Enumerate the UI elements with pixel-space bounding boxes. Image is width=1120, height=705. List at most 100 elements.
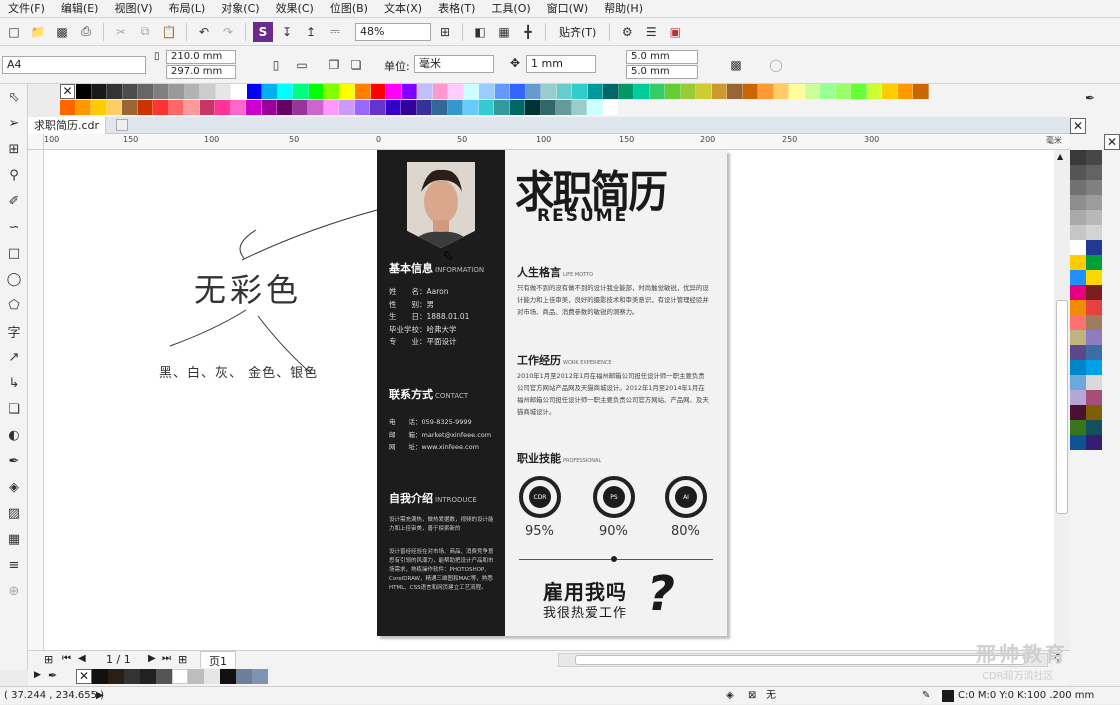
color-swatch[interactable] (1086, 210, 1102, 225)
color-swatch[interactable] (1086, 330, 1102, 345)
menu-bitmap[interactable]: 位图(B) (322, 0, 376, 18)
color-swatch[interactable] (1070, 375, 1086, 390)
color-swatch[interactable] (308, 84, 324, 99)
color-swatch[interactable] (432, 84, 448, 99)
open-icon[interactable]: 📁 (28, 22, 48, 42)
doc-swatch[interactable] (204, 669, 220, 684)
zoom-full-icon[interactable]: ⊞ (435, 22, 455, 42)
add-page-icon[interactable]: ⊞ (44, 653, 53, 666)
save-icon[interactable]: ▩ (52, 22, 72, 42)
color-swatch[interactable] (463, 84, 479, 99)
duplicate-y-field[interactable]: 5.0 mm (626, 65, 698, 79)
color-swatch[interactable] (711, 84, 727, 99)
color-swatch[interactable] (1086, 195, 1102, 210)
color-swatch[interactable] (1070, 315, 1086, 330)
color-swatch[interactable] (432, 100, 448, 115)
color-swatch[interactable] (246, 84, 262, 99)
color-swatch[interactable] (200, 84, 216, 99)
page-width-field[interactable]: 210.0 mm (166, 50, 236, 64)
color-swatch[interactable] (587, 84, 603, 99)
color-swatch[interactable] (138, 84, 154, 99)
shape-tool-icon[interactable]: ➢ (0, 110, 28, 136)
color-swatch[interactable] (246, 100, 262, 115)
color-swatch[interactable] (1070, 150, 1086, 165)
color-swatch[interactable] (494, 84, 510, 99)
color-swatch[interactable] (75, 100, 91, 115)
color-swatch[interactable] (386, 84, 402, 99)
color-swatch[interactable] (385, 100, 401, 115)
smart-fill-icon[interactable]: ▨ (0, 500, 28, 526)
color-swatch[interactable] (447, 100, 463, 115)
options-icon[interactable]: ⚙ (617, 22, 637, 42)
menu-object[interactable]: 对象(C) (213, 0, 267, 18)
color-swatch[interactable] (1070, 225, 1086, 240)
color-swatch[interactable] (354, 100, 370, 115)
resume-page[interactable]: 基本信息 INFORMATION 姓 名：Aaron 性 别：男 生 日：1888… (377, 150, 727, 636)
color-swatch[interactable] (1086, 315, 1102, 330)
color-swatch[interactable] (1086, 405, 1102, 420)
current-page-icon[interactable]: ❏ (346, 55, 366, 75)
paste-icon[interactable]: 📋 (159, 22, 179, 42)
color-swatch[interactable] (199, 100, 215, 115)
color-swatch[interactable] (339, 84, 355, 99)
color-swatch[interactable] (370, 84, 386, 99)
vertical-scrollbar[interactable]: ▲ (1054, 150, 1070, 650)
color-swatch[interactable] (1086, 285, 1102, 300)
page-height-field[interactable]: 297.0 mm (166, 65, 236, 79)
color-swatch[interactable] (1086, 390, 1102, 405)
first-page-icon[interactable]: ⏮ (62, 653, 71, 664)
color-swatch[interactable] (122, 84, 138, 99)
color-swatch[interactable] (479, 84, 495, 99)
color-swatch[interactable] (587, 100, 603, 115)
color-swatch[interactable] (1086, 300, 1102, 315)
color-swatch[interactable] (168, 100, 184, 115)
color-swatch[interactable] (153, 84, 169, 99)
color-swatch[interactable] (789, 84, 805, 99)
menu-effects[interactable]: 效果(C) (268, 0, 322, 18)
color-swatch[interactable] (1070, 195, 1086, 210)
edge-padding-icon[interactable]: ◯ (766, 55, 786, 75)
color-swatch[interactable] (1070, 360, 1086, 375)
launcher-icon[interactable]: ☰ (641, 22, 661, 42)
artistic-media-icon[interactable]: ∽ (0, 214, 28, 240)
treat-as-filled-icon[interactable]: ▩ (726, 55, 746, 75)
color-swatch[interactable] (1086, 150, 1102, 165)
crop-tool-icon[interactable]: ⊞ (0, 136, 28, 162)
freehand-tool-icon[interactable]: ✐ (0, 188, 28, 214)
color-swatch[interactable] (541, 84, 557, 99)
color-swatch[interactable] (1086, 165, 1102, 180)
snap-to-dropdown[interactable]: 贴齐(T) (553, 24, 602, 40)
menu-tools[interactable]: 工具(O) (483, 0, 538, 18)
color-swatch[interactable] (1070, 420, 1086, 435)
color-swatch[interactable] (76, 84, 92, 99)
color-swatch[interactable] (417, 84, 433, 99)
drop-shadow-icon[interactable]: ❏ (0, 396, 28, 422)
color-swatch[interactable] (277, 100, 293, 115)
color-swatch[interactable] (184, 100, 200, 115)
ruler-corner[interactable] (28, 134, 44, 150)
color-swatch[interactable] (509, 100, 525, 115)
color-swatch[interactable] (230, 100, 246, 115)
color-swatch[interactable] (1086, 375, 1102, 390)
rulers-icon[interactable]: ◧ (470, 22, 490, 42)
color-swatch[interactable] (1070, 285, 1086, 300)
menu-view[interactable]: 视图(V) (106, 0, 160, 18)
polygon-tool-icon[interactable]: ⬠ (0, 292, 28, 318)
color-swatch[interactable] (525, 84, 541, 99)
interactive-fill-icon[interactable]: ◈ (0, 474, 28, 500)
menu-layout[interactable]: 布局(L) (161, 0, 214, 18)
print-icon[interactable]: ⎙ (76, 22, 96, 42)
doc-swatch[interactable] (236, 669, 252, 684)
doc-swatch[interactable] (140, 669, 156, 684)
document-tab[interactable]: 求职简历.cdr (28, 117, 107, 134)
redo-icon[interactable]: ↷ (218, 22, 238, 42)
color-swatch[interactable] (339, 100, 355, 115)
zoom-select[interactable]: 48% (355, 22, 431, 41)
no-color-swatch[interactable]: ✕ (1070, 118, 1086, 134)
all-pages-icon[interactable]: ❐ (324, 55, 344, 75)
color-swatch[interactable] (1070, 300, 1086, 315)
color-swatch[interactable] (215, 100, 231, 115)
color-swatch[interactable] (277, 84, 293, 99)
nudge-distance-field[interactable]: 1 mm (526, 55, 596, 73)
grid-icon[interactable]: ▦ (494, 22, 514, 42)
